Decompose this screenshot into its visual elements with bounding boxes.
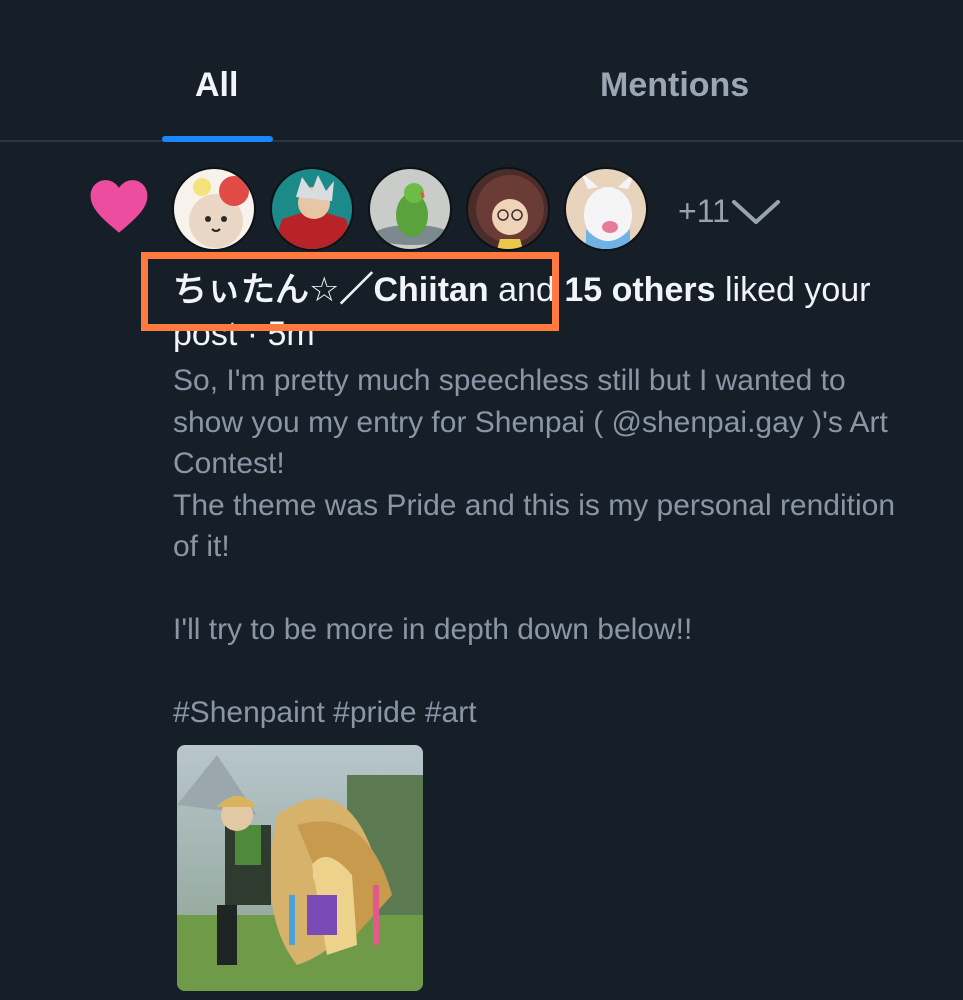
avatar[interactable]	[564, 167, 648, 251]
avatar[interactable]	[172, 167, 256, 251]
post-text: So, I'm pretty much speechless still but…	[173, 364, 896, 729]
avatar[interactable]	[466, 167, 550, 251]
notifications-screen: All Mentions +11 ちぃたん☆／Chiitan and 15 ot…	[0, 0, 963, 1000]
highlight-box	[141, 252, 559, 331]
avatar[interactable]	[368, 167, 452, 251]
chevron-down-icon[interactable]	[730, 196, 782, 226]
heart-icon	[90, 180, 148, 233]
notification-tabs: All Mentions	[0, 0, 963, 142]
others-count[interactable]: 15 others	[564, 271, 715, 309]
post-image-thumbnail[interactable]	[177, 745, 423, 991]
tab-mentions[interactable]: Mentions	[600, 66, 749, 105]
avatar[interactable]	[270, 167, 354, 251]
more-avatars-count: +11	[678, 193, 730, 229]
active-tab-indicator	[162, 136, 273, 142]
tab-all[interactable]: All	[195, 66, 238, 105]
